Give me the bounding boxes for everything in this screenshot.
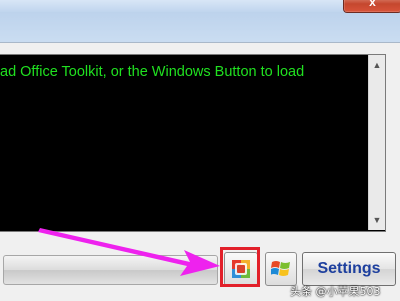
pointer-arrow — [38, 228, 220, 276]
watermark-text: 头条 @小苹果503 — [290, 285, 381, 298]
